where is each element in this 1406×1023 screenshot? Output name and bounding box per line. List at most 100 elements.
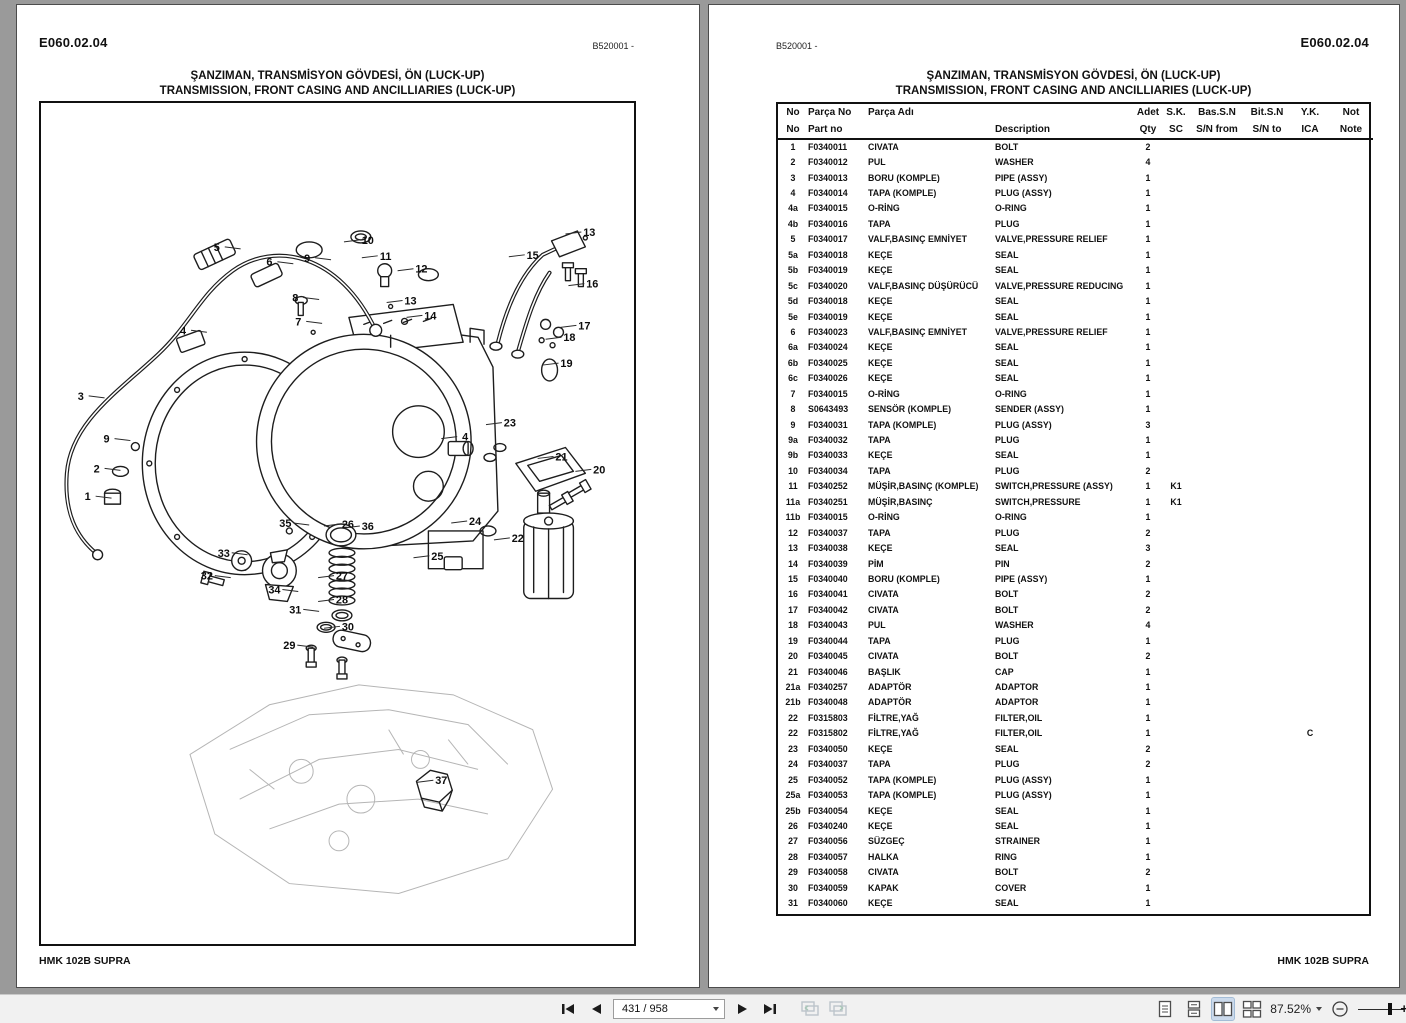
diagram-callout-10: 10 bbox=[362, 235, 374, 247]
continuous-scroll-view-button[interactable] bbox=[1183, 998, 1205, 1020]
parts-table-row: 1 F0340011 CIVATA BOLT 2 bbox=[790, 142, 1151, 153]
parts-table-row: 5e F0340019 KEÇE SEAL 1 bbox=[788, 311, 1151, 322]
diagram-callout-13: 13 bbox=[583, 227, 595, 239]
zoom-slider[interactable]: + bbox=[1358, 998, 1406, 1020]
parts-table-row: 17 F0340042 CIVATA BOLT 2 bbox=[788, 604, 1151, 615]
page-number-value: 431 / 958 bbox=[622, 1003, 668, 1015]
diagram-callout-17: 17 bbox=[578, 320, 590, 332]
chevron-down-icon[interactable] bbox=[713, 1007, 719, 1011]
parts-table-row: 4 F0340014 TAPA (KOMPLE) PLUG (ASSY) 1 bbox=[790, 188, 1151, 199]
title-turkish: ŞANZIMAN, TRANSMİSYON GÖVDESİ, ÖN (LUCK-… bbox=[926, 70, 1221, 82]
page-title-right: ŞANZIMAN, TRANSMİSYON GÖVDESİ, ÖN (LUCK-… bbox=[776, 69, 1371, 99]
diagram-callout-29: 29 bbox=[283, 640, 295, 652]
page-number-input[interactable]: 431 / 958 bbox=[613, 999, 725, 1019]
next-page-button[interactable] bbox=[731, 998, 753, 1020]
zoom-slider-handle[interactable] bbox=[1388, 1003, 1392, 1015]
parts-table-row: 28 F0340057 HALKA RING 1 bbox=[788, 851, 1151, 862]
first-page-button[interactable] bbox=[557, 998, 579, 1020]
zoom-out-button[interactable] bbox=[1329, 998, 1351, 1020]
single-page-view-button[interactable] bbox=[1154, 998, 1176, 1020]
parts-table-row: 20 F0340045 CIVATA BOLT 2 bbox=[788, 651, 1151, 662]
parts-table-row: 3 F0340013 BORU (KOMPLE) PIPE (ASSY) 1 bbox=[790, 172, 1151, 183]
parts-table-row: 16 F0340041 CIVATA BOLT 2 bbox=[788, 589, 1151, 600]
diagram-callout-6: 6 bbox=[266, 257, 272, 269]
parts-table-row: 14 F0340039 PİM PIN 2 bbox=[788, 558, 1151, 569]
model-footer-right: HMK 102B SUPRA bbox=[1277, 955, 1369, 967]
diagram-svg: 1310115961215168 137 141718194392342120212… bbox=[64, 227, 605, 895]
header-name-tr: Parça Adı bbox=[868, 107, 914, 118]
diagram-callout-19: 19 bbox=[560, 358, 572, 370]
diagram-callout-30: 30 bbox=[342, 621, 354, 633]
parts-table-row: 24 F0340037 TAPA PLUG 2 bbox=[788, 759, 1151, 770]
previous-view-button[interactable] bbox=[799, 998, 821, 1020]
parts-table-header: No Parça No Parça Adı Adet S.K. Bas.S.N … bbox=[778, 104, 1373, 140]
parts-table-row: 11 F0340252 MÜŞİR,BASINÇ (KOMPLE) SWITCH,PR… bbox=[788, 481, 1182, 492]
header-snfrom-en: S/N from bbox=[1191, 121, 1243, 140]
diagram-callout-11: 11 bbox=[380, 251, 392, 263]
parts-table-row: 29 F0340058 CIVATA BOLT 2 bbox=[788, 867, 1151, 878]
header-qty-tr: Adet bbox=[1136, 107, 1160, 118]
page-title-left: ŞANZIMAN, TRANSMİSYON GÖVDESİ, ÖN (LUCK-… bbox=[39, 69, 636, 99]
parts-table-row: 6a F0340024 KEÇE SEAL 1 bbox=[788, 342, 1151, 353]
next-view-button[interactable] bbox=[827, 998, 849, 1020]
diagram-callout-3: 3 bbox=[78, 391, 84, 403]
parts-table-row: 5a F0340018 KEÇE SEAL 1 bbox=[788, 249, 1151, 260]
title-english: TRANSMISSION, FRONT CASING AND ANCILLIAR… bbox=[159, 85, 516, 97]
parts-table-row: 18 F0340043 PUL WASHER 4 bbox=[788, 620, 1151, 631]
header-partno-en: Part no bbox=[808, 121, 868, 140]
zoom-level-value: 87.52% bbox=[1270, 1002, 1311, 1016]
previous-page-button[interactable] bbox=[585, 998, 607, 1020]
parts-table-row: 10 F0340034 TAPA PLUG 2 bbox=[788, 465, 1151, 476]
zoom-slider-track[interactable] bbox=[1358, 1008, 1404, 1011]
pdf-viewer: { "toolbar": { "page_input": "431 / 958"… bbox=[0, 0, 1406, 1023]
parts-table-row: 6b F0340025 KEÇE SEAL 1 bbox=[787, 357, 1151, 368]
parts-table: No Parça No Parça Adı Adet S.K. Bas.S.N … bbox=[776, 102, 1373, 916]
view-zoom-group: 87.52% + bbox=[1154, 995, 1406, 1023]
zoom-in-icon[interactable]: + bbox=[1400, 1001, 1406, 1016]
parts-table-row: 9 F0340031 TAPA (KOMPLE) PLUG (ASSY) 3 bbox=[790, 419, 1151, 430]
title-turkish: ŞANZIMAN, TRANSMİSYON GÖVDESİ, ÖN (LUCK-… bbox=[190, 70, 485, 82]
parts-table-row: 21 F0340046 BAŞLIK CAP 1 bbox=[788, 666, 1151, 677]
diagram-callout-16: 16 bbox=[586, 279, 598, 291]
two-page-scroll-view-button[interactable] bbox=[1241, 998, 1263, 1020]
parts-table-row: 5c F0340020 VALF,BASINÇ DÜŞÜRÜCÜ VALVE,PRES… bbox=[788, 280, 1151, 291]
header-sc-en: SC bbox=[1161, 121, 1191, 140]
diagram-callout-22: 22 bbox=[512, 533, 524, 545]
diagram-callout-7: 7 bbox=[295, 316, 301, 328]
parts-table-row: 22 F0315802 FİLTRE,YAĞ FILTER,OIL 1 C bbox=[788, 728, 1314, 739]
header-no-tr: No bbox=[786, 107, 800, 118]
diagram-callout-21: 21 bbox=[555, 451, 567, 463]
parts-table-row: 2 F0340012 PUL WASHER 4 bbox=[790, 157, 1151, 168]
diagram-callout-31: 31 bbox=[289, 604, 301, 616]
two-page-view-button[interactable] bbox=[1211, 997, 1236, 1021]
parts-table-row: 21b F0340048 ADAPTÖR ADAPTOR 1 bbox=[785, 697, 1151, 708]
diagram-callout-24: 24 bbox=[469, 516, 481, 528]
header-desc-en: Description bbox=[995, 121, 1135, 140]
header-partno-tr: Parça No bbox=[808, 107, 852, 118]
diagram-callout-13: 13 bbox=[404, 295, 416, 307]
diagram-callout-8: 8 bbox=[292, 292, 298, 304]
diagram-callout-4: 4 bbox=[180, 325, 186, 337]
diagram-callout-18: 18 bbox=[563, 332, 575, 344]
diagram-callout-27: 27 bbox=[336, 571, 348, 583]
diagram-callout-33: 33 bbox=[218, 548, 230, 560]
header-snfrom-tr: Bas.S.N bbox=[1198, 107, 1236, 118]
diagram-callout-36: 36 bbox=[362, 521, 374, 533]
diagram-callout-15: 15 bbox=[527, 250, 539, 262]
diagram-callout-32: 32 bbox=[201, 571, 213, 583]
parts-table-row: 15 F0340040 BORU (KOMPLE) PIPE (ASSY) 1 bbox=[788, 573, 1151, 584]
parts-table-row: 6c F0340026 KEÇE SEAL 1 bbox=[788, 373, 1151, 384]
parts-table-row: 25b F0340054 KEÇE SEAL 1 bbox=[785, 805, 1151, 816]
diagram-callout-34: 34 bbox=[268, 585, 280, 597]
page-left: E060.02.04 B520001 - ŞANZIMAN, TRANSMİSY… bbox=[16, 4, 700, 988]
parts-table-row: 9b F0340033 KEÇE SEAL 1 bbox=[787, 450, 1151, 461]
exploded-diagram-frame: 13 10 11 5 9 6 12 15 16 8 13 7 14 17 18 19 4 3 9 23 4 21 20 2 1 2… bbox=[39, 101, 636, 946]
zoom-level-dropdown[interactable]: 87.52% bbox=[1270, 1002, 1322, 1016]
parts-table-body: 1 F0340011 CIVATA BOLT 2 2 F0340012 PUL WASHER 4 3… bbox=[778, 139, 1373, 911]
page-right: B520001 - E060.02.04 ŞANZIMAN, TRANSMİSY… bbox=[708, 4, 1400, 988]
doc-code-left: E060.02.04 bbox=[39, 35, 108, 50]
last-page-button[interactable] bbox=[759, 998, 781, 1020]
diagram-callout-20: 20 bbox=[593, 464, 605, 476]
ghost-machine-outline bbox=[189, 684, 554, 895]
parts-table-row: 25a F0340053 TAPA (KOMPLE) PLUG (ASSY) 1 bbox=[785, 790, 1151, 801]
